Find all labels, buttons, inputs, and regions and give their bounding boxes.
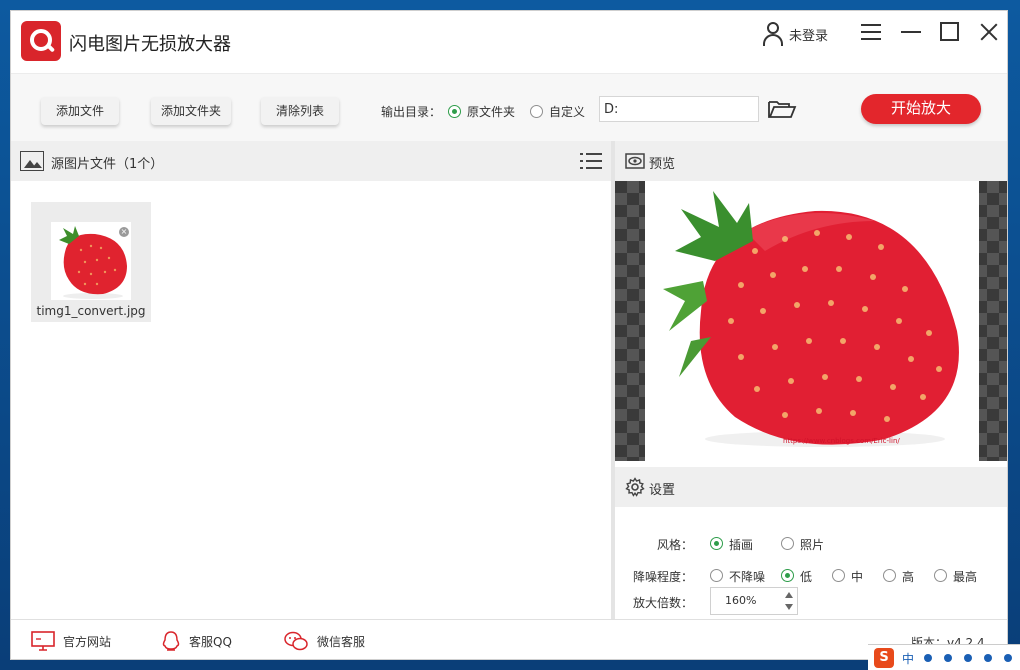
radio-style-photo[interactable]: [781, 537, 794, 550]
website-label: 官方网站: [63, 634, 112, 649]
qq-icon: [162, 631, 180, 651]
minimize-icon[interactable]: [897, 19, 927, 45]
eye-icon: [625, 153, 645, 169]
settings-header: 设置: [615, 467, 1007, 507]
radio-denoise-none-label: 不降噪: [729, 570, 766, 584]
app-window: 闪电图片无损放大器 未登录 添加文件 添加文件夹 清除列表 输出目录： 原文件夹…: [10, 10, 1008, 660]
folder-open-icon[interactable]: [767, 98, 797, 120]
radio-style-photo-label: 照片: [800, 538, 825, 552]
radio-style-illustration[interactable]: [710, 537, 723, 550]
maximize-icon[interactable]: [935, 19, 965, 45]
file-name: timg1_convert.jpg: [36, 304, 146, 318]
radio-custom-label: 自定义: [549, 105, 586, 119]
qq-label: 客服QQ: [189, 634, 232, 649]
radio-style-illustration-label: 插画: [729, 538, 754, 552]
clear-list-button[interactable]: 清除列表: [261, 97, 339, 125]
title-bar: 闪电图片无损放大器 未登录: [11, 11, 1007, 73]
radio-denoise-max-label: 最高: [953, 570, 978, 584]
style-label: 风格：: [657, 538, 694, 552]
scale-up-icon[interactable]: [785, 592, 793, 598]
remove-file-icon[interactable]: ×: [119, 227, 129, 237]
user-icon: [761, 21, 785, 47]
radio-denoise-high-label: 高: [902, 570, 915, 584]
source-panel-header: 源图片文件（1个）: [11, 141, 611, 181]
source-panel-title: 源图片文件（1个）: [51, 157, 164, 172]
radio-source-folder[interactable]: [448, 105, 461, 118]
preview-area: https://www.cnblogs.com/Eric-lin/: [615, 181, 1007, 461]
ime-toolbar: S 中: [868, 644, 1020, 670]
wechat-icon: [284, 631, 308, 651]
ime-emoji-icon[interactable]: [944, 654, 952, 662]
radio-denoise-medium-label: 中: [851, 570, 864, 584]
strawberry-preview-image: https://www.cnblogs.com/Eric-lin/: [645, 181, 979, 461]
file-thumbnail[interactable]: × timg1_convert.jpg: [31, 202, 151, 322]
ime-language[interactable]: 中: [902, 650, 914, 667]
website-link[interactable]: 官方网站: [31, 630, 111, 652]
close-icon[interactable]: [975, 19, 1005, 45]
scale-down-icon[interactable]: [785, 604, 793, 610]
scale-stepper[interactable]: 160%: [710, 587, 798, 615]
app-logo-icon: [21, 21, 61, 61]
image-icon: [20, 151, 44, 171]
scale-value: 160%: [725, 594, 757, 607]
app-title: 闪电图片无损放大器: [69, 34, 231, 55]
preview-header: 预览: [615, 141, 1007, 181]
output-dir-label: 输出目录：: [381, 105, 442, 119]
radio-denoise-high[interactable]: [883, 569, 896, 582]
output-path-input[interactable]: [599, 96, 759, 122]
radio-source-folder-label: 原文件夹: [467, 105, 516, 119]
gear-icon: [625, 477, 645, 497]
denoise-label: 降噪程度：: [633, 570, 694, 584]
ime-tools-icon[interactable]: [1004, 654, 1012, 662]
preview-title: 预览: [649, 157, 676, 172]
menu-icon[interactable]: [857, 19, 887, 45]
start-upscale-button[interactable]: 开始放大: [861, 94, 981, 124]
scale-label: 放大倍数：: [633, 596, 694, 610]
radio-custom[interactable]: [530, 105, 543, 118]
preview-watermark-text: https://www.cnblogs.com/Eric-lin/: [783, 437, 900, 445]
qq-support-link[interactable]: 客服QQ: [161, 630, 232, 652]
status-bar: 官方网站 客服QQ 微信客服 版本：v4.2.4: [11, 619, 1007, 659]
radio-denoise-low[interactable]: [781, 569, 794, 582]
ime-voice-icon[interactable]: [964, 654, 972, 662]
settings-title: 设置: [649, 483, 676, 498]
sogou-ime-icon[interactable]: S: [874, 648, 894, 668]
preview-settings-panel: 预览 https://www.cnblogs.com/Eric-lin/ 设置 …: [615, 141, 1007, 619]
login-label: 未登录: [789, 28, 829, 44]
source-panel: 源图片文件（1个） × timg1_convert.jpg: [11, 141, 611, 619]
radio-denoise-low-label: 低: [800, 570, 813, 584]
add-folder-button[interactable]: 添加文件夹: [151, 97, 231, 125]
list-view-icon[interactable]: [580, 151, 602, 171]
radio-denoise-none[interactable]: [710, 569, 723, 582]
login-button[interactable]: 未登录: [761, 21, 828, 47]
radio-denoise-max[interactable]: [934, 569, 947, 582]
add-file-button[interactable]: 添加文件: [41, 97, 119, 125]
wechat-label: 微信客服: [317, 634, 366, 649]
ime-keyboard-icon[interactable]: [984, 654, 992, 662]
radio-denoise-medium[interactable]: [832, 569, 845, 582]
monitor-icon: [31, 631, 55, 651]
wechat-support-link[interactable]: 微信客服: [283, 630, 365, 652]
ime-punct-icon[interactable]: [924, 654, 932, 662]
toolbar: 添加文件 添加文件夹 清除列表 输出目录： 原文件夹 自定义 开始放大: [11, 73, 1007, 141]
